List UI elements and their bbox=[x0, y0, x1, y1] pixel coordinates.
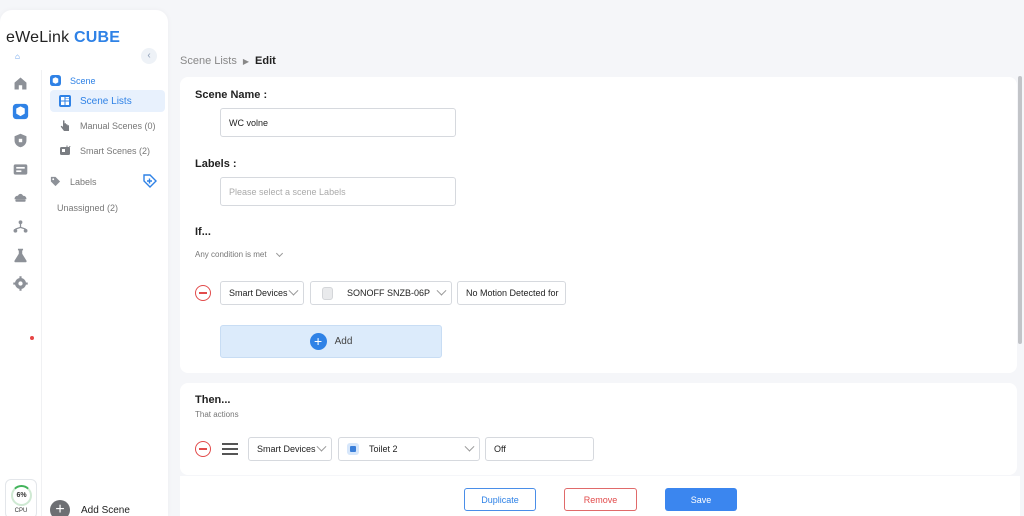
scene-cube-icon bbox=[50, 75, 61, 86]
if-heading: If... bbox=[195, 226, 211, 238]
notification-dot bbox=[30, 336, 34, 340]
actions-card: Then... That actions Smart Devices Toile… bbox=[180, 383, 1017, 475]
sidebar-item-label: Scene Lists bbox=[80, 95, 132, 107]
bottom-action-bar: Duplicate Remove Save bbox=[180, 476, 1020, 516]
app-name-accent: CUBE bbox=[74, 29, 121, 46]
app-name-main: eWeLink bbox=[6, 29, 75, 46]
breadcrumb-current: Edit bbox=[255, 55, 276, 67]
cpu-usage-ring: 6% bbox=[11, 485, 32, 506]
remove-condition-icon[interactable] bbox=[195, 285, 211, 301]
device-panel-icon[interactable] bbox=[11, 160, 29, 178]
scene-section-header[interactable]: Scene bbox=[50, 75, 96, 86]
action-state-select[interactable]: Off bbox=[485, 437, 594, 461]
caret-right-icon: ▶ bbox=[242, 56, 250, 66]
network-icon[interactable] bbox=[11, 217, 29, 235]
grid-list-icon bbox=[59, 95, 71, 107]
home-icon[interactable] bbox=[11, 74, 29, 92]
condition-device-value: SONOFF SNZB-06P bbox=[347, 288, 431, 298]
save-button[interactable]: Save bbox=[665, 488, 737, 511]
scene-name-input[interactable]: WC volne bbox=[220, 108, 456, 137]
condition-state-select[interactable]: No Motion Detected for bbox=[457, 281, 566, 305]
chevron-down-icon bbox=[288, 285, 299, 296]
sidebar-item-scene-lists[interactable]: Scene Lists bbox=[50, 90, 165, 112]
add-scene-button[interactable]: + Add Scene bbox=[50, 500, 130, 516]
scene-cube-icon[interactable] bbox=[11, 102, 29, 120]
drag-handle-icon[interactable] bbox=[222, 443, 238, 455]
collapse-sidebar-button[interactable]: ‹ bbox=[141, 48, 157, 64]
cpu-label: CPU bbox=[14, 508, 28, 514]
condition-mode-label: Any condition is met bbox=[195, 250, 267, 259]
chevron-down-icon bbox=[316, 441, 327, 452]
remove-button[interactable]: Remove bbox=[564, 488, 637, 511]
then-subtitle: That actions bbox=[195, 410, 239, 419]
breadcrumb-parent[interactable]: Scene Lists bbox=[180, 55, 237, 67]
shield-icon[interactable] bbox=[11, 131, 29, 149]
labels-heading: Labels : bbox=[195, 158, 237, 170]
hub-icon: ⌂ bbox=[15, 52, 20, 61]
chevron-down-icon bbox=[464, 441, 475, 452]
condition-device-select[interactable]: SONOFF SNZB-06P bbox=[310, 281, 452, 305]
sidebar-item-manual-scenes[interactable]: Manual Scenes (0) bbox=[50, 115, 165, 137]
scene-labels-select[interactable]: Please select a scene Labels bbox=[220, 177, 456, 206]
action-device-value: Toilet 2 bbox=[369, 444, 398, 454]
duplicate-button[interactable]: Duplicate bbox=[464, 488, 536, 511]
condition-source-select[interactable]: Smart Devices bbox=[220, 281, 304, 305]
lab-flask-icon[interactable] bbox=[11, 246, 29, 264]
hand-tap-icon bbox=[60, 120, 69, 131]
action-source-value: Smart Devices bbox=[257, 444, 316, 454]
add-scene-label: Add Scene bbox=[81, 504, 130, 516]
smart-scene-icon bbox=[60, 145, 71, 155]
scrollbar-thumb[interactable] bbox=[1018, 76, 1022, 344]
labels-section-header[interactable]: Labels bbox=[50, 176, 97, 187]
add-label-icon[interactable] bbox=[143, 174, 157, 188]
breadcrumb: Scene Lists ▶ Edit bbox=[180, 55, 276, 67]
app-logo: eWeLink CUBE bbox=[6, 29, 120, 47]
sidebar-item-label: Manual Scenes (0) bbox=[80, 121, 156, 131]
settings-gear-icon[interactable] bbox=[11, 274, 29, 292]
scene-name-heading: Scene Name : bbox=[195, 89, 268, 101]
motion-sensor-icon bbox=[322, 286, 333, 300]
plus-icon: + bbox=[50, 500, 70, 516]
add-condition-label: Add bbox=[334, 336, 353, 347]
sidebar-item-label: Smart Scenes (2) bbox=[80, 146, 151, 156]
icon-rail: 6% CPU bbox=[0, 70, 42, 516]
tag-icon bbox=[50, 176, 61, 187]
switch-device-icon bbox=[347, 443, 359, 455]
condition-mode-select[interactable]: Any condition is met bbox=[195, 249, 283, 259]
chevron-down-icon bbox=[436, 285, 447, 296]
remove-action-icon[interactable] bbox=[195, 441, 211, 457]
labels-section-label: Labels bbox=[70, 176, 97, 187]
action-source-select[interactable]: Smart Devices bbox=[248, 437, 332, 461]
plus-icon: + bbox=[309, 333, 327, 350]
unassigned-label-filter[interactable]: Unassigned (2) bbox=[57, 203, 118, 213]
scene-section-label: Scene bbox=[70, 75, 96, 86]
add-condition-button[interactable]: + Add bbox=[220, 325, 442, 358]
sidebar: eWeLink CUBE ⌂ ‹ 6% CPU Scene Scene List… bbox=[0, 10, 168, 516]
scene-edit-card: Scene Name : WC volne Labels : Please se… bbox=[180, 77, 1017, 373]
sidebar-item-smart-scenes[interactable]: Smart Scenes (2) bbox=[50, 140, 165, 162]
action-device-select[interactable]: Toilet 2 bbox=[338, 437, 480, 461]
chevron-down-icon bbox=[275, 249, 283, 257]
condition-source-value: Smart Devices bbox=[229, 288, 288, 298]
cpu-widget: 6% CPU bbox=[5, 479, 37, 516]
then-heading: Then... bbox=[195, 394, 231, 406]
cloud-icon[interactable] bbox=[11, 188, 29, 206]
